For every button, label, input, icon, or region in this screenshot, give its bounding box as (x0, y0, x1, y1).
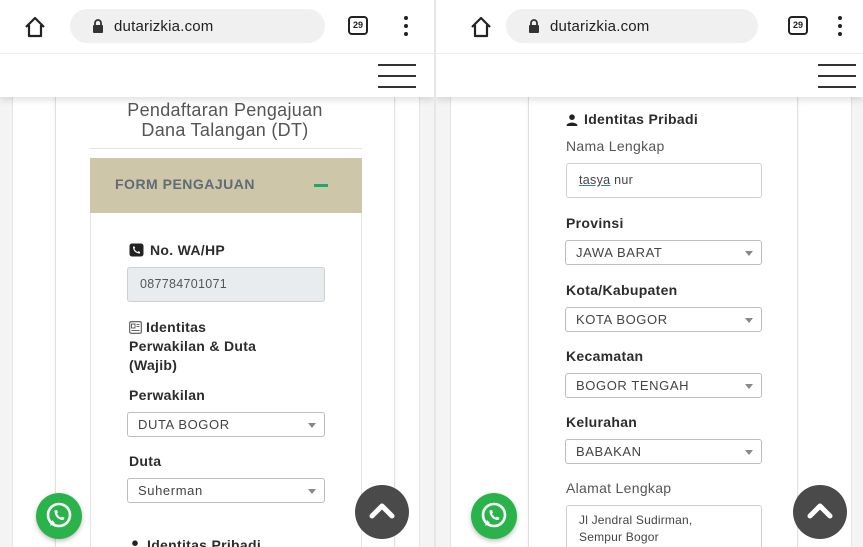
user-icon (132, 540, 138, 546)
wa-input[interactable]: 087784701071 (127, 267, 325, 302)
kecamatan-value: BOGOR TENGAH (576, 378, 690, 393)
lock-icon (93, 19, 103, 33)
whatsapp-button[interactable] (471, 493, 517, 539)
url-text: dutarizkia.com (550, 18, 650, 35)
site-header (0, 53, 434, 97)
chevron-down-icon (745, 450, 753, 455)
identity-rep-line-1: Identitas (146, 319, 207, 335)
chevron-up-icon (369, 503, 395, 519)
page-title: Pendaftaran Pengajuan Dana Talangan (DT) (55, 100, 395, 140)
url-text: dutarizkia.com (114, 18, 214, 35)
home-icon[interactable] (22, 14, 48, 40)
title-divider (90, 148, 362, 149)
kebab-menu-icon[interactable] (836, 14, 844, 38)
identity-personal-heading-text: Identitas Pribadi (147, 537, 262, 547)
right-screenshot: dutarizkia.com 29 Identitas Pribadi Nama… (436, 0, 863, 547)
duta-select[interactable]: Suherman (127, 478, 325, 503)
accordion-form-pengajuan[interactable]: FORM PENGAJUAN (90, 158, 362, 213)
whatsapp-icon (481, 502, 507, 528)
wa-label-text: No. WA/HP (150, 242, 226, 258)
perwakilan-value: DUTA BOGOR (138, 417, 230, 432)
page-title-line-2: Dana Talangan (DT) (141, 120, 309, 140)
provinsi-label: Provinsi (566, 215, 624, 231)
kelurahan-select[interactable]: BABAKAN (565, 439, 762, 464)
site-header (436, 53, 863, 97)
nama-label: Nama Lengkap (566, 138, 665, 154)
user-icon (566, 114, 578, 126)
chevron-down-icon (308, 489, 316, 494)
chevron-up-icon (807, 503, 833, 519)
phone-icon (129, 243, 144, 257)
browser-toolbar: dutarizkia.com 29 (0, 0, 434, 53)
nama-value-first: tasya (579, 173, 611, 187)
kebab-menu-icon[interactable] (402, 14, 410, 38)
accordion-label: FORM PENGAJUAN (115, 176, 256, 192)
alamat-textarea[interactable]: Jl Jendral Sudirman, Sempur Bogor (566, 505, 762, 547)
identity-personal-heading-cut: Identitas Pribadi (129, 536, 261, 547)
nama-input[interactable]: tasya nur (566, 163, 762, 198)
minus-icon[interactable] (314, 184, 328, 187)
scroll-top-button[interactable] (793, 485, 847, 539)
browser-toolbar: dutarizkia.com 29 (436, 0, 863, 53)
wa-label: No. WA/HP (129, 241, 225, 260)
nama-value-rest: nur (610, 173, 634, 187)
provinsi-select[interactable]: JAWA BARAT (565, 240, 762, 265)
perwakilan-select[interactable]: DUTA BOGOR (127, 412, 325, 437)
left-screenshot: dutarizkia.com 29 Pendaftaran Pengajuan … (0, 0, 434, 547)
identity-rep-line-2: Perwakilan & Duta (129, 338, 257, 354)
perwakilan-label: Perwakilan (129, 387, 206, 403)
kota-value: KOTA BOGOR (576, 312, 668, 327)
address-bar[interactable]: dutarizkia.com (70, 9, 325, 43)
tab-count-icon[interactable]: 29 (348, 16, 368, 35)
whatsapp-icon (46, 502, 72, 528)
home-icon[interactable] (468, 14, 494, 40)
address-bar[interactable]: dutarizkia.com (506, 9, 758, 43)
kelurahan-value: BABAKAN (576, 444, 642, 459)
identity-rep-heading: Identitas Perwakilan & Duta (Wajib) (129, 318, 256, 375)
duta-value: Suherman (138, 483, 203, 498)
id-card-icon (129, 321, 142, 334)
lock-icon (529, 19, 539, 33)
alamat-label: Alamat Lengkap (566, 480, 672, 496)
alamat-line-2: Sempur Bogor (579, 530, 659, 544)
provinsi-value: JAWA BARAT (576, 245, 663, 260)
chevron-down-icon (308, 423, 316, 428)
scroll-top-button[interactable] (355, 485, 409, 539)
chevron-down-icon (745, 318, 753, 323)
hamburger-icon[interactable] (378, 64, 416, 88)
kota-select[interactable]: KOTA BOGOR (565, 307, 762, 332)
identity-personal-heading: Identitas Pribadi (566, 110, 698, 129)
duta-label: Duta (129, 453, 162, 469)
alamat-line-1: Jl Jendral Sudirman, (579, 513, 693, 527)
chevron-down-icon (745, 251, 753, 256)
page-title-line-1: Pendaftaran Pengajuan (127, 100, 323, 120)
hamburger-icon[interactable] (818, 64, 856, 88)
tab-count-icon[interactable]: 29 (788, 16, 808, 35)
kecamatan-select[interactable]: BOGOR TENGAH (565, 373, 762, 398)
identity-rep-line-3: (Wajib) (129, 357, 178, 373)
whatsapp-button[interactable] (36, 493, 82, 539)
kota-label: Kota/Kabupaten (566, 282, 678, 298)
chevron-down-icon (745, 384, 753, 389)
identity-personal-heading-text: Identitas Pribadi (584, 111, 699, 127)
kelurahan-label: Kelurahan (566, 414, 638, 430)
kecamatan-label: Kecamatan (566, 348, 644, 364)
